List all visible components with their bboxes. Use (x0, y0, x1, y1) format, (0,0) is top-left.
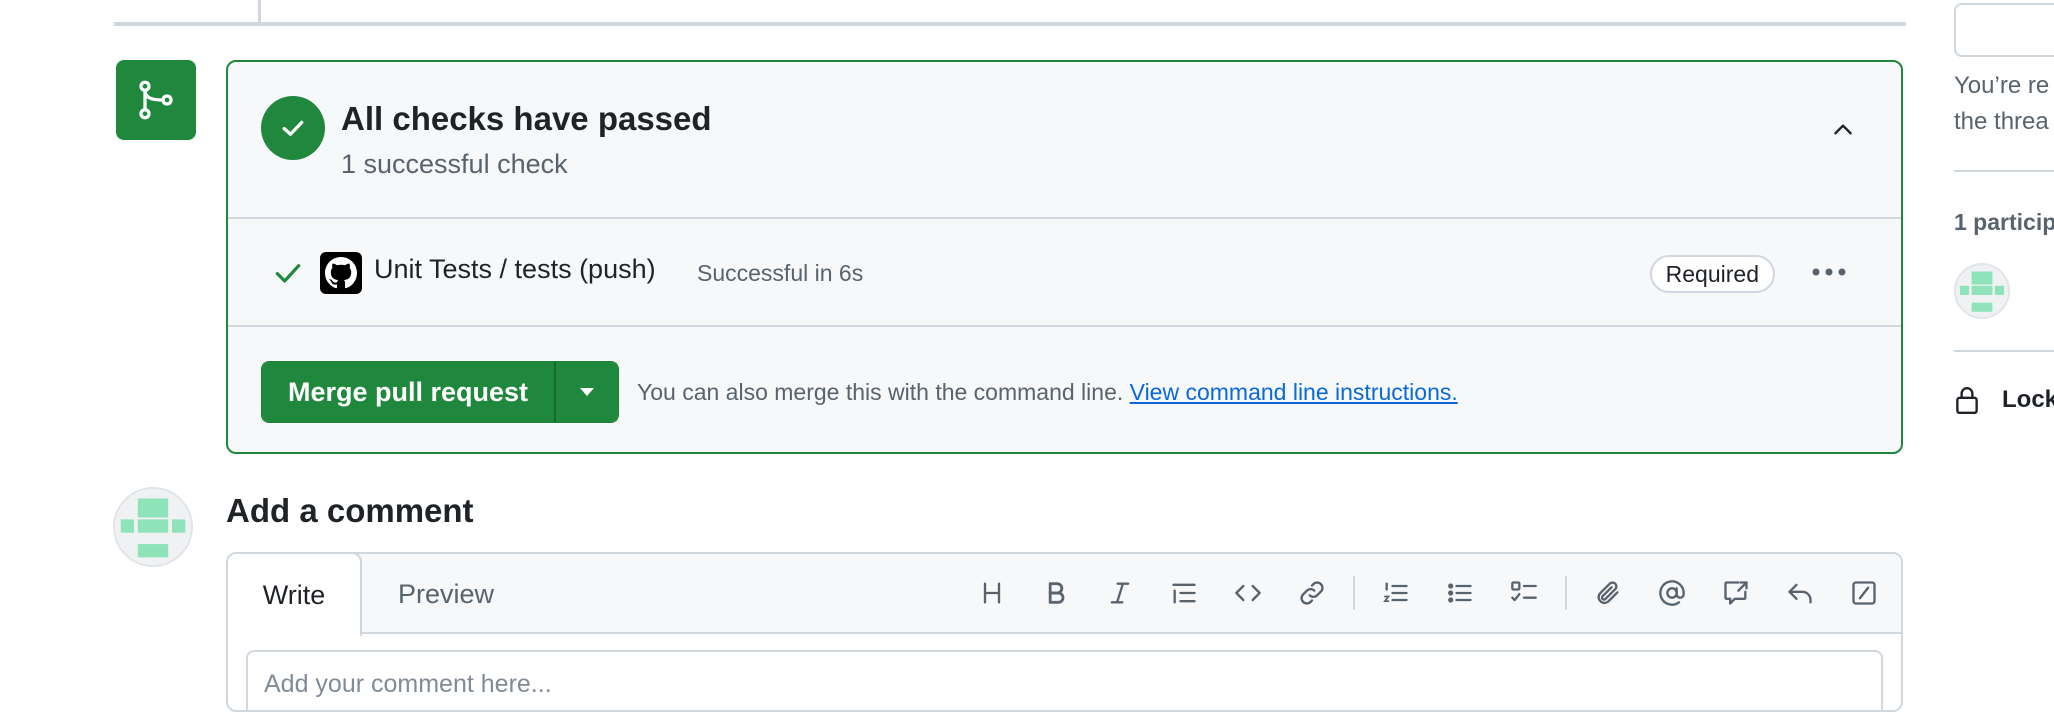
check-name[interactable]: Unit Tests / tests (push) (374, 254, 656, 285)
sidebar-subscribe-button[interactable] (1954, 3, 2054, 57)
chevron-up-icon (1834, 124, 1852, 135)
add-comment-title: Add a comment (226, 492, 474, 529)
check-status: Successful in 6s (697, 260, 864, 286)
command-line-instructions-link[interactable]: View command line instructions. (1130, 379, 1458, 405)
git-merge-icon (139, 80, 173, 120)
toolbar-separator (1565, 576, 1567, 610)
check-options-button[interactable] (1809, 257, 1849, 287)
mention-icon[interactable] (1649, 570, 1695, 616)
attach-icon[interactable] (1585, 570, 1631, 616)
collapse-checks-button[interactable] (1825, 112, 1861, 148)
checks-summary-header: All checks have passed 1 successful chec… (228, 62, 1901, 219)
merge-box: All checks have passed 1 successful chec… (226, 60, 1903, 454)
slash-command-icon[interactable] (1841, 570, 1887, 616)
check-row: Unit Tests / tests (push) Successful in … (228, 219, 1901, 327)
tab-write[interactable]: Write (228, 554, 362, 636)
checks-passed-icon (261, 96, 325, 160)
required-badge: Required (1649, 255, 1775, 293)
sidebar-divider (1954, 350, 2054, 352)
github-logo-icon (320, 252, 362, 294)
task-list-icon[interactable] (1501, 570, 1547, 616)
quote-icon[interactable] (1161, 570, 1207, 616)
merge-status-icon-box (116, 60, 196, 140)
toolbar-separator (1353, 576, 1355, 610)
checks-status-title: All checks have passed (341, 100, 712, 137)
merge-actions-row: Merge pull request You can also merge th… (228, 327, 1901, 452)
merge-hint: You can also merge this with the command… (637, 379, 1458, 406)
notification-notice: You’re re the threa (1954, 68, 2054, 140)
code-icon[interactable] (1225, 570, 1271, 616)
merge-hint-text: You can also merge this with the command… (637, 379, 1124, 405)
triangle-down-icon (580, 388, 595, 396)
unordered-list-icon[interactable] (1437, 570, 1483, 616)
user-avatar[interactable] (113, 487, 193, 567)
checks-status-subtitle: 1 successful check (341, 149, 568, 179)
editor-tab-bar: Write Preview (228, 554, 1901, 636)
merge-pull-request-button[interactable]: Merge pull request (262, 362, 555, 422)
markdown-toolbar (951, 570, 1887, 616)
kebab-horizontal-icon (1812, 268, 1846, 276)
comment-textarea[interactable]: Add your comment here... (246, 650, 1883, 710)
participant-avatar[interactable] (1954, 263, 2010, 319)
merge-button-group: Merge pull request (261, 361, 620, 423)
participants-label: 1 particip (1954, 209, 2054, 235)
notification-notice-line-1: You’re re (1954, 72, 2050, 99)
lock-icon (1956, 387, 1978, 415)
italic-icon[interactable] (1097, 570, 1143, 616)
heading-icon[interactable] (969, 570, 1015, 616)
lock-conversation-button[interactable]: Lock (1954, 383, 2054, 417)
reply-icon[interactable] (1777, 570, 1823, 616)
timeline-divider (114, 22, 1906, 26)
notification-notice-line-2: the threa (1954, 108, 2049, 135)
bold-icon[interactable] (1033, 570, 1079, 616)
check-success-icon (272, 257, 304, 289)
tab-preview[interactable]: Preview (398, 554, 494, 634)
cross-reference-icon[interactable] (1713, 570, 1759, 616)
comment-editor: Write Preview Add your comment here... (226, 552, 1903, 712)
link-icon[interactable] (1289, 570, 1335, 616)
merge-method-dropdown-button[interactable] (554, 362, 619, 422)
ordered-list-icon[interactable] (1373, 570, 1419, 616)
lock-conversation-label: Lock (2002, 386, 2054, 413)
timeline-connector (258, 0, 261, 24)
sidebar-divider (1954, 170, 2054, 172)
